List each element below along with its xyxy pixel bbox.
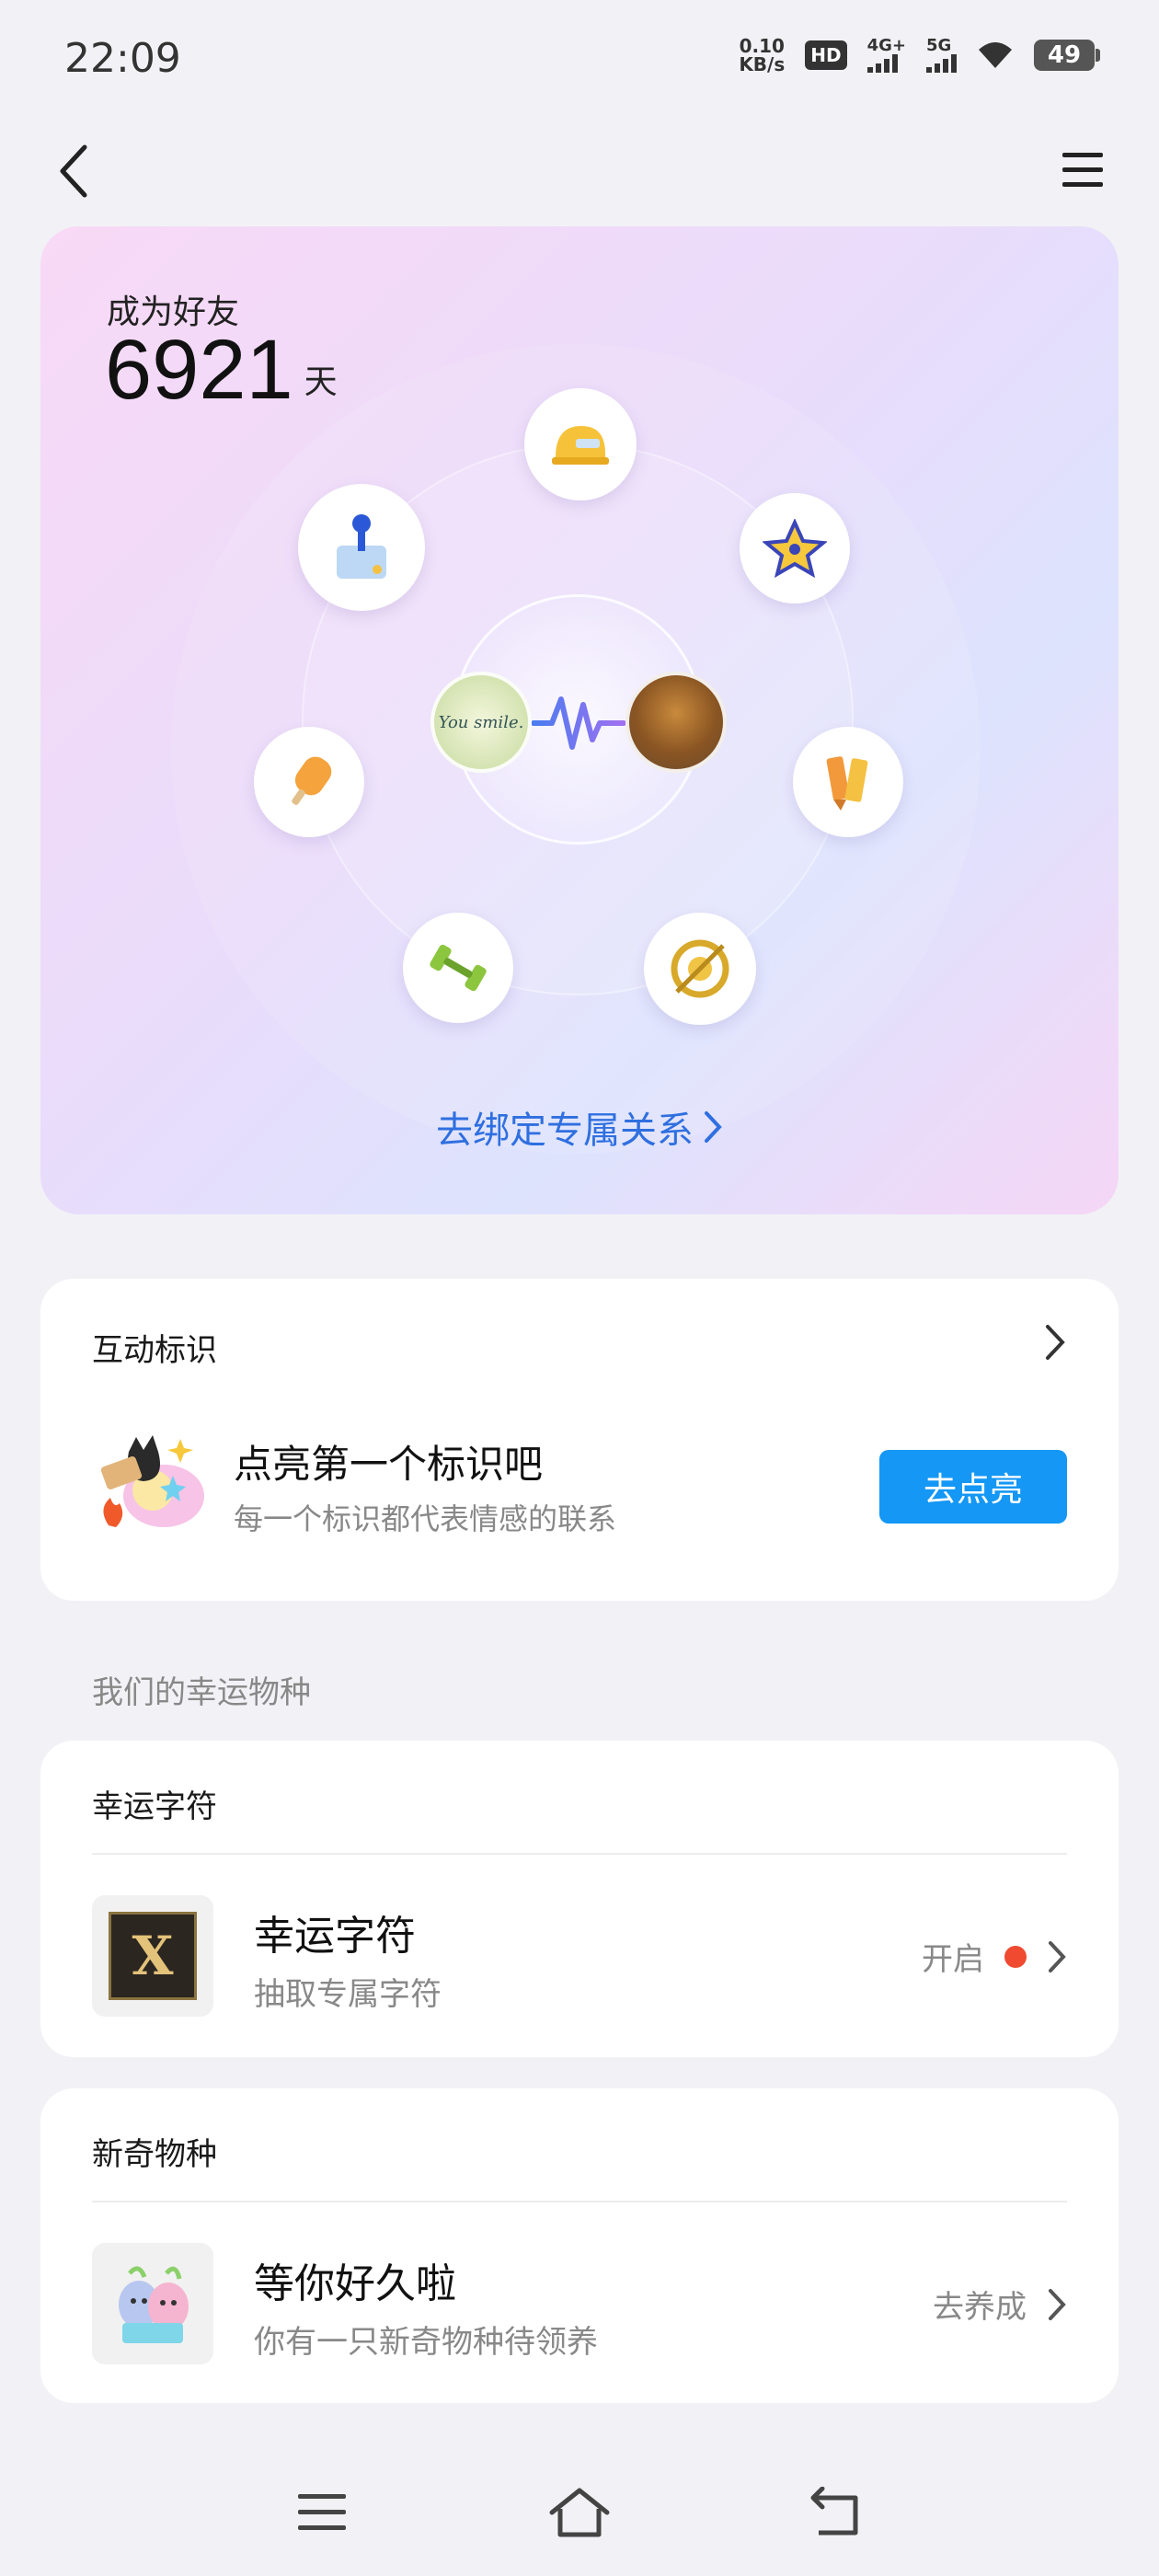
sim1-label: 4G+ <box>866 36 906 55</box>
divider <box>92 2201 1067 2202</box>
heartbeat-wave-icon <box>532 696 625 750</box>
bind-relationship-link[interactable]: 去绑定专属关系 <box>40 1100 1119 1154</box>
divider <box>92 1853 1067 1855</box>
menu-icon <box>1062 153 1103 187</box>
back-nav-icon <box>810 2487 858 2536</box>
dumbbell-icon <box>430 944 487 992</box>
joystick-badge[interactable] <box>298 484 425 611</box>
back-button[interactable] <box>46 136 101 206</box>
friend-days-unit: 天 <box>304 363 338 401</box>
lucky-letter: X <box>132 1925 174 1987</box>
chevron-left-icon <box>60 144 87 198</box>
lucky-character-thumbnail[interactable]: X <box>92 1895 213 2017</box>
net-speed-unit: KB/s <box>739 53 786 75</box>
chevron-right-icon <box>705 1111 722 1143</box>
friendship-hero-card: 成为好友 6921 天 You smile. 去绑定专属关系 <box>40 226 1119 1214</box>
chevron-right-icon[interactable] <box>1043 1323 1067 1362</box>
card-title: 互动标识 <box>92 1332 217 1369</box>
menu-button[interactable] <box>1052 143 1113 198</box>
battery-icon: 49 <box>1034 40 1100 71</box>
target-badge[interactable] <box>644 913 756 1025</box>
lucky-item-subtitle: 抽取专属字符 <box>254 1976 442 2013</box>
chevron-right-icon <box>1049 2288 1066 2320</box>
recent-apps-button[interactable] <box>285 2480 359 2545</box>
home-nav-icon <box>549 2488 610 2537</box>
net-speed: 0.10 KB/s <box>739 37 785 74</box>
interaction-sub-text: 每一个标识都代表情感的联系 <box>234 1501 617 1536</box>
section-label-lucky-species: 我们的幸运物种 <box>92 1674 311 1711</box>
lucky-open-action[interactable]: 开启 <box>922 1934 1067 1979</box>
interaction-badge-card[interactable]: 互动标识 点亮第一个标识吧 每一个标识都代表情感的联系 去点亮 <box>40 1279 1119 1601</box>
friend-days-number: 6921 <box>105 323 293 417</box>
status-time: 22:09 <box>64 35 181 82</box>
signal-icon-2: 5G <box>926 38 957 73</box>
novel-species-thumbnail[interactable] <box>92 2243 213 2364</box>
novel-species-card: 新奇物种 等你好久啦 你有一只新奇物种待领养 去养成 <box>40 2088 1119 2403</box>
lucky-item-title: 幸运字符 <box>254 1913 416 1960</box>
card-header: 幸运字符 <box>92 1788 217 1825</box>
light-up-button[interactable]: 去点亮 <box>879 1450 1067 1524</box>
mascot-illustration-icon <box>100 1435 204 1527</box>
pencil-icon <box>826 756 868 811</box>
menu-nav-icon <box>298 2494 346 2530</box>
popsicle-icon <box>292 756 332 805</box>
avatar-self[interactable]: You smile. <box>430 672 532 773</box>
pencil-badge[interactable] <box>793 727 903 837</box>
species-pets-icon <box>119 2266 189 2343</box>
lucky-letter-tile: X <box>109 1912 197 2000</box>
wifi-icon <box>979 42 1012 68</box>
hd-icon: HD <box>805 40 847 70</box>
raise-label: 去养成 <box>933 2289 1027 2326</box>
novel-item-title: 等你好久啦 <box>254 2260 456 2307</box>
status-bar: 22:09 0.10 KB/s HD 4G+ 5G 49 <box>0 0 1159 120</box>
helmet-badge[interactable] <box>524 388 637 500</box>
sim2-label: 5G <box>926 36 952 55</box>
home-button[interactable] <box>543 2480 616 2545</box>
signal-icon: 4G+ <box>866 36 906 73</box>
helmet-icon <box>552 426 609 465</box>
status-icons: 0.10 KB/s HD 4G+ 5G 49 <box>739 36 1100 74</box>
joystick-icon <box>337 514 386 579</box>
popsicle-badge[interactable] <box>254 727 364 837</box>
chevron-right-icon <box>1049 1940 1066 1972</box>
system-nav-bar <box>0 2447 1159 2558</box>
bind-relationship-label: 去绑定专属关系 <box>436 1110 694 1152</box>
avatar-self-text: You smile. <box>438 712 524 732</box>
lucky-character-card: 幸运字符 X 幸运字符 抽取专属字符 开启 <box>40 1741 1119 2057</box>
open-label: 开启 <box>922 1941 984 1978</box>
star-icon <box>763 519 827 578</box>
star-badge[interactable] <box>740 493 850 604</box>
avatar-friend[interactable] <box>625 672 727 773</box>
interaction-main-text: 点亮第一个标识吧 <box>234 1442 544 1487</box>
friend-days: 6921 天 <box>105 324 338 416</box>
net-speed-value: 0.10 <box>739 35 785 57</box>
novel-item-subtitle: 你有一只新奇物种待领养 <box>254 2324 598 2361</box>
card-header: 新奇物种 <box>92 2136 217 2173</box>
back-nav-button[interactable] <box>800 2480 874 2545</box>
novel-raise-action[interactable]: 去养成 <box>933 2282 1067 2327</box>
notification-dot <box>1004 1945 1027 1968</box>
dumbbell-badge[interactable] <box>403 913 513 1023</box>
target-icon <box>671 939 729 998</box>
